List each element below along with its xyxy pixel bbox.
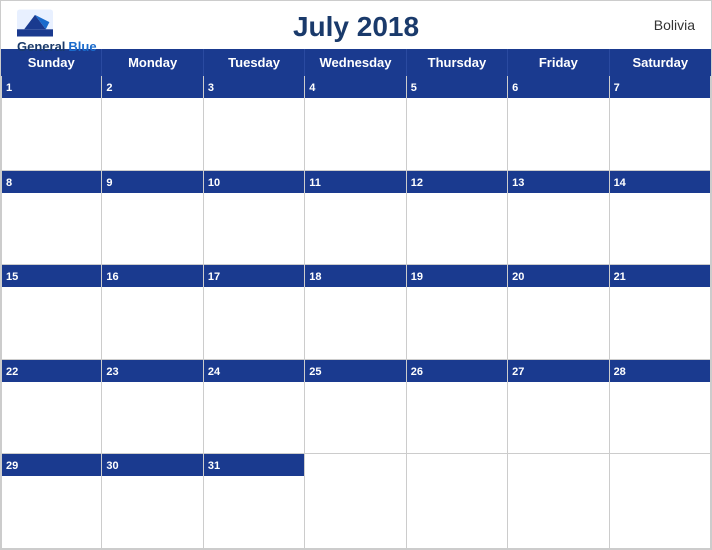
day-cell-26: 26 bbox=[407, 360, 508, 455]
day-cell-28: 28 bbox=[610, 360, 711, 455]
day-cell-12: 12 bbox=[407, 171, 508, 266]
header-thursday: Thursday bbox=[407, 49, 508, 76]
weekday-header-row: Sunday Monday Tuesday Wednesday Thursday… bbox=[1, 49, 711, 76]
calendar-header: General Blue July 2018 Bolivia bbox=[1, 1, 711, 49]
day-cell-29: 29 bbox=[1, 454, 102, 549]
day-cell-11: 11 bbox=[305, 171, 406, 266]
header-monday: Monday bbox=[102, 49, 203, 76]
day-cell-16: 16 bbox=[102, 265, 203, 360]
day-cell-7: 7 bbox=[610, 76, 711, 171]
week-row-5: 29 30 31 - - - - bbox=[1, 454, 711, 549]
week-row-4: 22 23 24 25 26 27 28 bbox=[1, 360, 711, 455]
day-cell-24: 24 bbox=[204, 360, 305, 455]
day-cell-23: 23 bbox=[102, 360, 203, 455]
day-cell-14: 14 bbox=[610, 171, 711, 266]
day-cell-9: 9 bbox=[102, 171, 203, 266]
header-tuesday: Tuesday bbox=[204, 49, 305, 76]
day-cell-empty-3: - bbox=[508, 454, 609, 549]
day-cell-18: 18 bbox=[305, 265, 406, 360]
day-cell-13: 13 bbox=[508, 171, 609, 266]
country-label: Bolivia bbox=[654, 17, 695, 33]
day-cell-31: 31 bbox=[204, 454, 305, 549]
day-cell-4: 4 bbox=[305, 76, 406, 171]
day-cell-1: 1 bbox=[1, 76, 102, 171]
week-row-1: 1 2 3 4 5 6 7 bbox=[1, 76, 711, 171]
day-cell-27: 27 bbox=[508, 360, 609, 455]
day-cell-10: 10 bbox=[204, 171, 305, 266]
header-friday: Friday bbox=[508, 49, 609, 76]
day-cell-empty-1: - bbox=[305, 454, 406, 549]
logo-general-text: General bbox=[17, 39, 65, 54]
day-cell-19: 19 bbox=[407, 265, 508, 360]
day-cell-8: 8 bbox=[1, 171, 102, 266]
week-row-2: 8 9 10 11 12 13 14 bbox=[1, 171, 711, 266]
day-cell-5: 5 bbox=[407, 76, 508, 171]
week-row-3: 15 16 17 18 19 20 21 bbox=[1, 265, 711, 360]
logo-blue-text: Blue bbox=[68, 39, 96, 54]
calendar-grid: 1 2 3 4 5 6 7 8 9 10 11 12 13 14 15 16 1… bbox=[1, 76, 711, 549]
logo: General Blue bbox=[17, 9, 97, 54]
day-cell-21: 21 bbox=[610, 265, 711, 360]
calendar: General Blue July 2018 Bolivia Sunday Mo… bbox=[0, 0, 712, 550]
header-saturday: Saturday bbox=[610, 49, 711, 76]
day-cell-17: 17 bbox=[204, 265, 305, 360]
day-cell-30: 30 bbox=[102, 454, 203, 549]
day-cell-25: 25 bbox=[305, 360, 406, 455]
day-cell-3: 3 bbox=[204, 76, 305, 171]
day-cell-15: 15 bbox=[1, 265, 102, 360]
day-cell-6: 6 bbox=[508, 76, 609, 171]
day-cell-20: 20 bbox=[508, 265, 609, 360]
day-cell-empty-2: - bbox=[407, 454, 508, 549]
day-cell-empty-4: - bbox=[610, 454, 711, 549]
day-cell-2: 2 bbox=[102, 76, 203, 171]
calendar-title: July 2018 bbox=[293, 11, 419, 43]
day-cell-22: 22 bbox=[1, 360, 102, 455]
logo-icon bbox=[17, 9, 53, 37]
header-wednesday: Wednesday bbox=[305, 49, 406, 76]
